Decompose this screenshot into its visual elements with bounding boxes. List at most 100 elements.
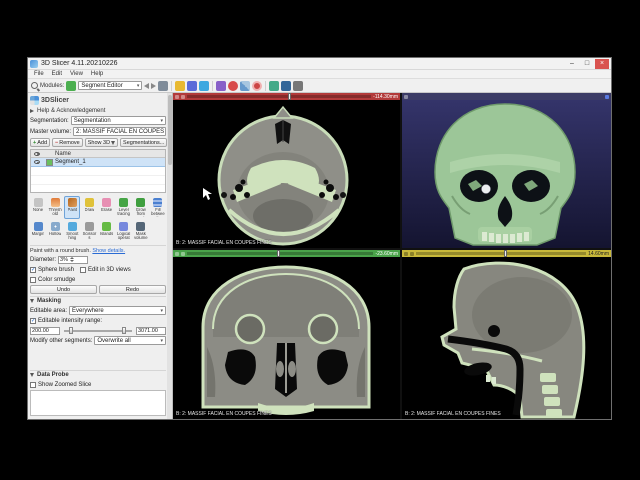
effect-grow-from-seeds[interactable]: Grow from seeds [133,196,149,219]
effect-level-tracing[interactable]: Level tracing [116,196,132,219]
three-d-viewport[interactable] [402,93,611,248]
spin-arrows-icon[interactable] [69,257,74,262]
dicom-icon[interactable] [199,80,210,91]
master-volume-label: Master volume: [30,128,72,135]
eye-icon[interactable] [410,251,414,256]
color-smudge-checkbox[interactable] [30,276,36,283]
sagittal-viewport[interactable]: 14.60mm B: 2: MASSIF FACIAL EN COUPES FI… [402,250,611,419]
effect-smoothing[interactable]: Smoothing [64,220,80,243]
intensity-max-spinbox[interactable]: 3071.00 [136,326,166,335]
python-console-icon[interactable] [281,80,292,91]
effect-hollow-icon [50,222,60,231]
screenshot-icon[interactable] [293,80,304,91]
paint-brush-sphere [481,184,491,194]
module-history-forward-icon[interactable] [151,82,157,89]
effect-threshold[interactable]: Threshold [47,196,63,219]
axial-slice-slider[interactable] [187,93,372,100]
intensity-range-slider[interactable] [64,327,132,334]
effect-draw[interactable]: Draw [81,196,97,219]
segment-visibility-icon[interactable] [31,160,43,164]
save-scene-icon[interactable] [187,80,198,91]
module-panel: 3DSlicer Help & Acknowledgement Segmenta… [28,93,173,419]
effect-fill-between-slices[interactable]: Fill between slices [150,196,166,219]
redo-button[interactable]: Redo [99,285,166,294]
axial-viewport[interactable]: -114.30mm B: 2: MASSIF FACIAL EN COUPES … [173,93,400,248]
crosshair-icon[interactable] [252,80,263,91]
editable-area-combo[interactable]: Everywhere [69,306,166,315]
module-history-back-icon[interactable] [144,82,150,89]
view-controller-icon[interactable] [605,94,609,99]
intensity-min-spinbox[interactable]: 200.00 [30,326,60,335]
maximize-button[interactable]: □ [580,59,594,69]
segment-table: Name Segment_1 [30,149,166,193]
diameter-spinbox[interactable]: 3% [58,255,89,264]
app-icon [30,59,38,68]
edit-3d-checkbox[interactable] [80,266,87,273]
pin-icon[interactable] [404,251,408,256]
markups-icon[interactable] [228,80,239,91]
extensions-manager-icon[interactable] [269,80,280,91]
module-selector-value: Segment Editor [81,82,123,89]
home-module-icon[interactable] [158,80,169,91]
modify-segments-combo[interactable]: Overwrite all [94,336,166,345]
effect-level-tracing-icon [119,198,129,207]
effect-scissors[interactable]: Scissors [81,220,97,243]
minimize-button[interactable]: – [565,59,579,69]
panel-scrollbar[interactable] [167,93,172,419]
segmentations-button[interactable]: Segmentations... [120,138,168,147]
load-data-icon[interactable] [175,80,186,91]
effect-paint[interactable]: Paint [64,196,81,219]
coronal-slice-slider[interactable] [187,250,374,257]
coronal-viewport[interactable]: -23.60mm B: 2: MASSIF FACIAL EN COUPES F… [173,250,400,419]
effect-erase[interactable]: Erase [99,196,115,219]
help-collapsible[interactable]: Help & Acknowledgement [30,106,166,115]
master-volume-value: 2: MASSIF FACIAL EN COUPES FINES [76,128,165,135]
module-search-icon[interactable] [31,82,38,89]
layout-selector-icon[interactable] [240,80,251,91]
menu-help[interactable]: Help [88,71,106,77]
segmentations-label: Segmentations... [123,139,165,146]
sagittal-slice-slider[interactable] [416,250,587,257]
effect-margin[interactable]: Margin [30,220,46,243]
volume-rendering-icon[interactable] [216,80,227,91]
show-3d-button[interactable]: Show 3D [84,138,119,147]
data-probe-title: Data Probe [37,372,69,378]
intensity-range-checkbox[interactable] [30,317,36,324]
pin-icon[interactable] [175,94,179,99]
sphere-brush-checkbox[interactable] [30,266,36,273]
show-details-link[interactable]: Show details. [92,248,125,254]
module-selector-combo[interactable]: Segment Editor [78,81,143,90]
remove-segment-button[interactable]: − Remove [52,138,83,147]
zoomed-slice-checkbox[interactable] [30,381,36,388]
close-button[interactable]: × [595,58,609,69]
zoomed-slice-label: Show Zoomed Slice [38,381,92,388]
segment-row[interactable]: Segment_1 [31,158,165,167]
effect-none[interactable]: None [30,196,46,219]
effect-logical-operators[interactable]: Logical operators [116,220,132,243]
master-volume-combo[interactable]: 2: MASSIF FACIAL EN COUPES FINES [73,127,166,136]
eye-icon[interactable] [181,251,185,256]
paint-options: Paint with a round brush. Show details. … [30,245,166,295]
effect-islands[interactable]: Islands [99,220,115,243]
undo-button[interactable]: Undo [30,285,97,294]
menu-edit[interactable]: Edit [49,71,65,77]
edit-3d-label: Edit in 3D views [88,266,131,273]
masking-collapsible[interactable]: Masking [30,296,166,305]
data-probe-collapsible[interactable]: Data Probe [30,370,166,379]
segment-color-swatch[interactable] [43,158,55,166]
effect-grow-from-seeds-icon [136,198,146,207]
effect-mask-volume[interactable]: Mask volume [133,220,149,243]
sagittal-offset: 14.60mm [588,250,609,257]
pin-icon[interactable] [175,251,179,256]
effect-hollow[interactable]: Hollow [47,220,63,243]
menu-file[interactable]: File [31,71,47,77]
menu-view[interactable]: View [67,71,86,77]
pin-icon[interactable] [404,94,408,99]
eye-icon[interactable] [181,94,185,99]
remove-label: Remove [59,139,80,146]
coronal-slice-bar: -23.60mm [173,250,400,257]
effect-fill-between-slices-icon [153,198,163,207]
segmentation-combo[interactable]: Segmentation [70,116,166,125]
sagittal-slice-bar: 14.60mm [402,250,611,257]
add-segment-button[interactable]: + Add [30,138,51,147]
